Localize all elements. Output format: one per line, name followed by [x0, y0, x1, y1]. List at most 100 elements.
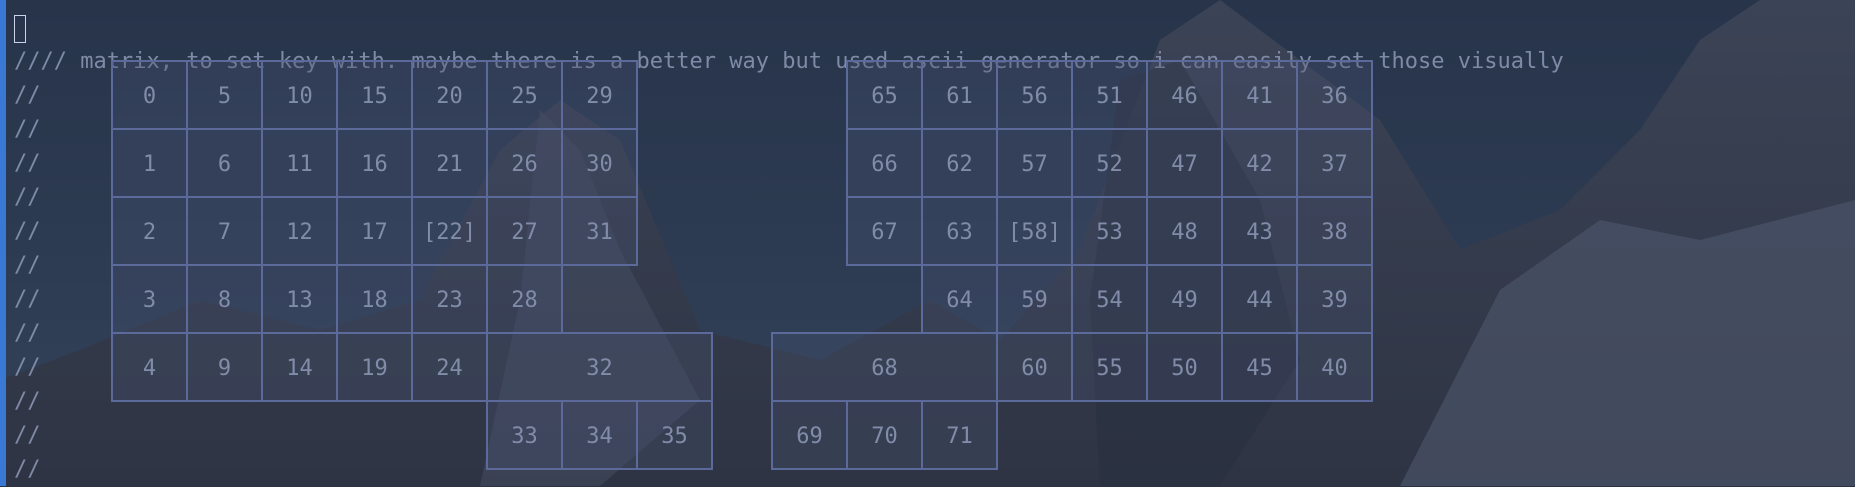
- key-cell: 17: [336, 196, 413, 266]
- key-index-label: 9: [218, 356, 231, 381]
- key-cell: 41: [1221, 60, 1298, 130]
- key-cell: 30: [561, 128, 638, 198]
- key-cell: 69: [771, 400, 848, 470]
- key-cell: 37: [1296, 128, 1373, 198]
- key-cell: 66: [846, 128, 923, 198]
- key-index-label: 3: [143, 288, 156, 313]
- key-index-label: 59: [1021, 288, 1048, 313]
- key-cell: 61: [921, 60, 998, 130]
- key-index-label: 44: [1246, 288, 1273, 313]
- key-index-label: 66: [871, 152, 898, 177]
- key-index-label: 7: [218, 220, 231, 245]
- key-cell: 63: [921, 196, 998, 266]
- key-index-label: 39: [1321, 288, 1348, 313]
- key-cell: 52: [1071, 128, 1148, 198]
- key-cell: 38: [1296, 196, 1373, 266]
- key-cell: 71: [921, 400, 998, 470]
- key-index-label: 13: [286, 288, 313, 313]
- key-cell: 54: [1071, 264, 1148, 334]
- key-cell: 13: [261, 264, 338, 334]
- key-index-label: [58]: [1008, 220, 1061, 245]
- key-cell: 62: [921, 128, 998, 198]
- key-index-label: 32: [586, 356, 613, 381]
- key-cell: 5: [186, 60, 263, 130]
- key-index-label: 49: [1171, 288, 1198, 313]
- key-cell: 14: [261, 332, 338, 402]
- key-index-label: 71: [946, 424, 973, 449]
- key-index-label: 37: [1321, 152, 1348, 177]
- key-index-label: 42: [1246, 152, 1273, 177]
- key-index-label: 62: [946, 152, 973, 177]
- key-index-label: 4: [143, 356, 156, 381]
- key-index-label: [22]: [423, 220, 476, 245]
- key-cell: 65: [846, 60, 923, 130]
- key-index-label: 41: [1246, 84, 1273, 109]
- key-cell: 4: [111, 332, 188, 402]
- key-cell: 53: [1071, 196, 1148, 266]
- key-cell: 2: [111, 196, 188, 266]
- key-index-label: 14: [286, 356, 313, 381]
- key-index-label: 60: [1021, 356, 1048, 381]
- key-index-label: 45: [1246, 356, 1273, 381]
- key-index-label: 68: [871, 356, 898, 381]
- key-index-label: 43: [1246, 220, 1273, 245]
- key-cell: 70: [846, 400, 923, 470]
- key-cell: 12: [261, 196, 338, 266]
- key-index-label: 19: [361, 356, 388, 381]
- key-cell: 6: [186, 128, 263, 198]
- key-index-label: 35: [661, 424, 688, 449]
- key-index-label: 30: [586, 152, 613, 177]
- key-index-label: 10: [286, 84, 313, 109]
- key-index-label: 64: [946, 288, 973, 313]
- key-cell: [58]: [996, 196, 1073, 266]
- key-index-label: 20: [436, 84, 463, 109]
- key-index-label: 52: [1096, 152, 1123, 177]
- key-cell: 49: [1146, 264, 1223, 334]
- key-cell: 36: [1296, 60, 1373, 130]
- key-cell: 29: [561, 60, 638, 130]
- key-cell: 60: [996, 332, 1073, 402]
- key-index-label: 29: [586, 84, 613, 109]
- key-cell: 59: [996, 264, 1073, 334]
- key-index-label: 16: [361, 152, 388, 177]
- key-index-label: 61: [946, 84, 973, 109]
- key-index-label: 2: [143, 220, 156, 245]
- key-index-label: 57: [1021, 152, 1048, 177]
- key-cell: 34: [561, 400, 638, 470]
- key-cell: 23: [411, 264, 488, 334]
- key-index-label: 51: [1096, 84, 1123, 109]
- key-cell: 3: [111, 264, 188, 334]
- key-index-label: 38: [1321, 220, 1348, 245]
- key-index-label: 70: [871, 424, 898, 449]
- key-index-label: 48: [1171, 220, 1198, 245]
- key-index-label: 21: [436, 152, 463, 177]
- key-cell: 44: [1221, 264, 1298, 334]
- key-index-label: 24: [436, 356, 463, 381]
- key-cell: 43: [1221, 196, 1298, 266]
- key-index-label: 0: [143, 84, 156, 109]
- key-cell: 68: [771, 332, 998, 402]
- key-index-label: 47: [1171, 152, 1198, 177]
- key-cell: 51: [1071, 60, 1148, 130]
- key-cell: 67: [846, 196, 923, 266]
- key-cell: 33: [486, 400, 563, 470]
- key-index-label: 53: [1096, 220, 1123, 245]
- key-cell: 48: [1146, 196, 1223, 266]
- key-index-label: 23: [436, 288, 463, 313]
- key-cell: 31: [561, 196, 638, 266]
- key-cell: 46: [1146, 60, 1223, 130]
- key-index-label: 26: [511, 152, 538, 177]
- key-index-label: 31: [586, 220, 613, 245]
- key-cell: 20: [411, 60, 488, 130]
- key-index-label: 65: [871, 84, 898, 109]
- key-cell: 55: [1071, 332, 1148, 402]
- key-index-label: 40: [1321, 356, 1348, 381]
- key-cell: 7: [186, 196, 263, 266]
- key-index-label: 18: [361, 288, 388, 313]
- key-cell: 40: [1296, 332, 1373, 402]
- key-cell: 10: [261, 60, 338, 130]
- key-cell: 45: [1221, 332, 1298, 402]
- key-cell: 56: [996, 60, 1073, 130]
- key-cell: 50: [1146, 332, 1223, 402]
- key-cell: 47: [1146, 128, 1223, 198]
